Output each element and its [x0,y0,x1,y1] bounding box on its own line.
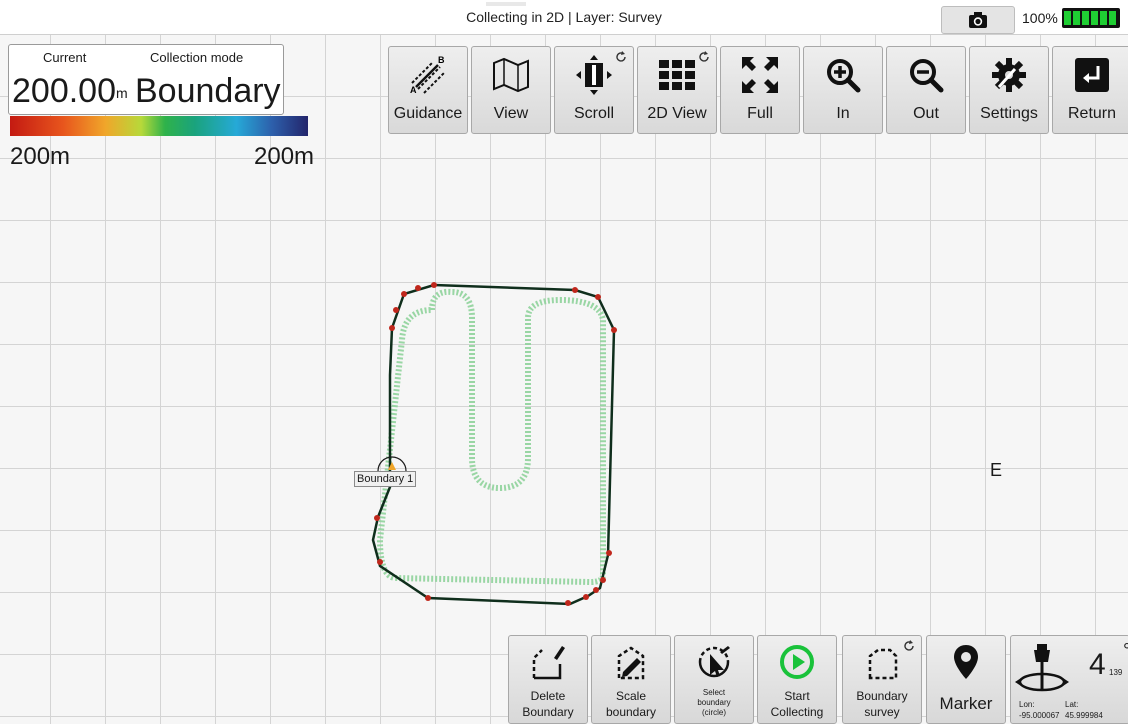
boundary-points [374,282,617,606]
battery-icon [1061,8,1120,28]
current-unit: m [116,85,128,101]
boundary-point [374,515,380,521]
current-value: 200.00m [12,72,128,110]
view-label: View [493,105,529,122]
marker-label: Marker [939,694,993,713]
title-accent [486,2,526,6]
delete-boundary-label: Delete Boundary [522,689,574,719]
2d-view-button[interactable]: 2D View [637,46,717,134]
boundary-name-label[interactable]: Boundary 1 [354,471,417,487]
boundary-polygon [371,283,616,606]
2d-view-label: 2D View [647,105,707,122]
boundary-point [393,307,399,313]
select-boundary-icon [698,646,730,678]
full-label: Full [747,105,773,122]
scroll-icon [576,55,612,95]
gps-status-button[interactable]: 4 139 ° Lon: Lat: -95.000067 45.999984 [1010,635,1128,724]
view-button[interactable]: View [471,46,551,134]
full-button[interactable]: Full [720,46,800,134]
boundary-point [377,559,383,565]
return-icon [1075,58,1109,92]
compass-east-label: E [990,460,1003,480]
elevation-color-scale [10,116,308,136]
play-circle-icon [780,645,814,679]
longitude-label: Lon: [1019,700,1035,709]
boundary-point [572,287,578,293]
svg-text:B: B [438,55,445,65]
survey-path [376,288,606,586]
delete-boundary-button[interactable]: Delete Boundary [508,635,588,724]
zoom-out-label: Out [913,105,939,122]
settings-button[interactable]: Settings [969,46,1049,134]
scale-max-label: 200m [254,143,315,170]
scroll-label: Scroll [573,105,614,122]
boundary-point [431,282,437,288]
collection-mode-value: Boundary [135,72,281,110]
return-button[interactable]: Return [1052,46,1128,134]
battery-status: 100% [1022,8,1120,28]
current-label: Current [43,50,87,65]
marker-button[interactable]: Marker [926,635,1006,724]
boundary-point [583,594,589,600]
zoom-in-icon [827,59,861,93]
title-bar: Collecting in 2D | Layer: Survey 100% [0,0,1128,35]
grid-icon [659,60,695,90]
scale-boundary-label: Scale boundary [605,689,657,719]
svg-text:A: A [410,85,417,95]
latitude-label: Lat: [1065,700,1079,709]
scroll-button[interactable]: Scroll [554,46,634,134]
return-label: Return [1067,105,1117,122]
guidance-label: Guidance [393,105,463,122]
boundary-point [401,291,407,297]
scale-boundary-icon [617,646,645,680]
gps-pin-icon [1015,644,1069,692]
zoom-out-icon [910,59,944,93]
scale-boundary-button[interactable]: Scale boundary [591,635,671,724]
boundary-point [593,587,599,593]
settings-label: Settings [980,105,1038,122]
boundary-point [389,325,395,331]
battery-percent: 100% [1022,10,1058,26]
guidance-button[interactable]: A B Guidance [388,46,468,134]
boundary-point [415,285,421,291]
longitude-value: -95.000067 [1019,711,1060,720]
zoom-in-button[interactable]: In [803,46,883,134]
satellite-sub-value: 139 [1109,668,1123,677]
latitude-value: 45.999984 [1065,711,1103,720]
map-pin-icon [954,645,978,679]
scale-min-label: 200m [10,143,71,170]
boundary-point [611,327,617,333]
boundary-point [565,600,571,606]
boundary-point [600,577,606,583]
collection-info-panel: Current Collection mode 200.00m Boundary [8,44,284,115]
select-boundary-button[interactable]: Select boundary (circle) [674,635,754,724]
start-collecting-button[interactable]: Start Collecting [757,635,837,724]
map-icon [493,57,529,93]
boundary-point [425,595,431,601]
delete-boundary-icon [532,646,565,680]
guidance-ab-icon: A B [410,55,445,95]
start-collecting-label: Start Collecting [770,689,824,719]
zoom-out-button[interactable]: Out [886,46,966,134]
select-boundary-label: Select boundary (circle) [697,688,731,717]
satellite-count: 4 [1089,648,1106,681]
boundary-survey-icon [868,648,898,680]
camera-icon [969,12,987,28]
fullscreen-icon [742,57,778,93]
zoom-in-label: In [836,105,850,122]
degree-symbol: ° [1123,640,1128,662]
screenshot-button[interactable] [941,6,1015,34]
collection-mode-label: Collection mode [150,50,244,65]
boundary-survey-button[interactable]: Boundary survey [842,635,922,724]
boundary-survey-label: Boundary survey [856,689,908,719]
boundary-point [595,294,601,300]
gear-icon [992,58,1026,92]
boundary-point [606,550,612,556]
